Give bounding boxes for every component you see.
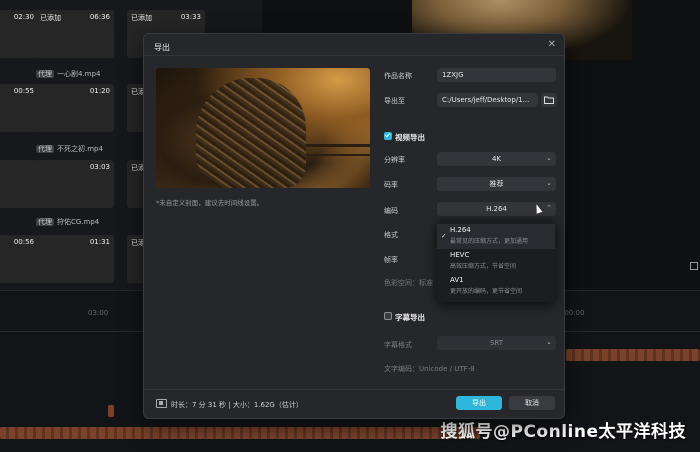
subtitle-export-checkbox[interactable]: [384, 312, 392, 320]
bitrate-select[interactable]: 推荐 ⌄: [437, 177, 556, 191]
media-tile-caption: 代理 不死之初.mp4: [36, 140, 114, 153]
media-tile[interactable]: 00:56: [0, 235, 38, 283]
export-to-label: 导出至: [384, 97, 405, 105]
tile-duration: 01:31: [89, 238, 110, 246]
tile-duration: 06:36: [89, 13, 110, 21]
codec-option-name: HEVC: [450, 251, 470, 259]
subtitle-format-label: 字幕格式: [384, 341, 412, 349]
codec-option-desc: 更开放的编码，更节省空间: [450, 288, 523, 295]
check-icon: ✓: [441, 232, 447, 240]
format-label: 格式: [384, 231, 398, 239]
cancel-button[interactable]: 取消: [509, 396, 555, 410]
codec-value: H.264: [486, 205, 507, 213]
media-tile[interactable]: 01:20: [36, 84, 114, 132]
media-tile[interactable]: 已添加 06:36: [36, 10, 114, 58]
tile-duration: 01:20: [89, 87, 110, 95]
chevron-down-icon: ⌄: [546, 179, 552, 187]
video-export-checkbox[interactable]: [384, 132, 392, 140]
close-icon[interactable]: ✕: [548, 39, 556, 50]
colorspace-label: 色彩空间：标准: [384, 279, 433, 287]
export-path-input[interactable]: C:/Users/jeff/Desktop/1...: [437, 93, 538, 107]
chevron-down-icon: ⌄: [546, 154, 552, 162]
tile-duration: 00:55: [13, 87, 34, 95]
marker[interactable]: [108, 405, 114, 417]
codec-option-name: AV1: [450, 276, 464, 284]
crop-icon[interactable]: [690, 262, 698, 270]
tile-filename: 狩佑CG.mp4: [57, 218, 100, 226]
subtitle-export-label: 字幕导出: [395, 313, 425, 322]
tile-filename: 不死之初.mp4: [57, 145, 103, 153]
tile-duration: 02:30: [13, 13, 34, 21]
name-label: 作品名称: [384, 72, 412, 80]
tile-duration: 03:03: [89, 163, 110, 171]
codec-option-hevc[interactable]: HEVC 高效压缩方式，节省空间: [437, 249, 555, 274]
name-input[interactable]: 1ZXJG: [437, 68, 556, 82]
folder-icon[interactable]: [541, 93, 557, 107]
media-tile[interactable]: 03:03: [36, 160, 114, 208]
tile-added-badge: 已添加: [40, 14, 61, 22]
audio-clip[interactable]: [566, 349, 700, 361]
codec-label: 编码: [384, 207, 398, 215]
resolution-label: 分辨率: [384, 156, 405, 164]
audio-clip[interactable]: [0, 427, 480, 439]
resolution-select[interactable]: 4K ⌄: [437, 152, 556, 166]
tile-filename: 一心剧4.mp4: [57, 70, 101, 78]
dialog-title: 导出: [154, 43, 170, 52]
tile-added-badge: 已添加: [131, 14, 152, 22]
media-tile[interactable]: [0, 160, 38, 208]
tile-duration: 00:56: [13, 238, 34, 246]
codec-option-av1[interactable]: AV1 更开放的编码，更节省空间: [437, 274, 555, 299]
tile-duration: 03:33: [180, 13, 201, 21]
codec-option-h264[interactable]: ✓ H.264 最常见的压缩方式，更加通用: [437, 224, 555, 249]
film-icon: [156, 399, 167, 408]
proxy-tag: 代理: [36, 145, 54, 153]
chevron-down-icon: ⌄: [546, 338, 552, 346]
codec-option-desc: 最常见的压缩方式，更加通用: [450, 238, 529, 245]
text-encoding-label: 文字编码：Unicode / UTF-8: [384, 365, 475, 373]
proxy-tag: 代理: [36, 218, 54, 226]
watermark: 搜狐号@PConline太平洋科技: [440, 422, 686, 442]
codec-option-desc: 高效压缩方式，节省空间: [450, 263, 517, 270]
export-button[interactable]: 导出: [456, 396, 502, 410]
divider: [144, 389, 564, 390]
export-summary: 时长：7 分 31 秒 | 大小：1.62G（估计）: [171, 401, 303, 409]
codec-dropdown-menu: ✓ H.264 最常见的压缩方式，更加通用 HEVC 高效压缩方式，节省空间 A…: [437, 220, 555, 302]
subtitle-format-select[interactable]: SRT ⌄: [437, 336, 556, 350]
media-tile[interactable]: 01:31: [36, 235, 114, 283]
bitrate-value: 推荐: [489, 180, 504, 188]
cover-note: *未自定义封面，建议去时间线设置。: [156, 199, 264, 207]
subtitle-format-value: SRT: [489, 339, 504, 347]
proxy-tag: 代理: [36, 70, 54, 78]
media-tile[interactable]: 00:55: [0, 84, 38, 132]
media-tile-caption: 代理 狩佑CG.mp4: [36, 213, 114, 226]
media-tile-caption: 代理 一心剧4.mp4: [36, 65, 114, 78]
codec-option-name: H.264: [450, 226, 471, 234]
ruler-label: 03:00: [88, 309, 109, 317]
media-tile[interactable]: 02:30: [0, 10, 38, 58]
divider: [144, 55, 564, 56]
cover-preview[interactable]: [156, 68, 370, 188]
ruler-label: |00:00: [562, 309, 585, 317]
video-export-label: 视频导出: [395, 133, 425, 142]
resolution-value: 4K: [491, 155, 502, 163]
bitrate-label: 码率: [384, 181, 398, 189]
framerate-label: 帧率: [384, 256, 398, 264]
chevron-up-icon: ⌃: [546, 204, 552, 212]
